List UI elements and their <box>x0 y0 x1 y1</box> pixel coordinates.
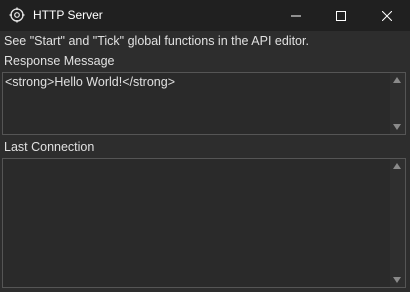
close-button[interactable] <box>364 0 410 31</box>
last-connection-label: Last Connection <box>4 140 95 154</box>
window-title: HTTP Server <box>33 8 103 22</box>
last-connection-scrollbar[interactable] <box>390 159 405 287</box>
scroll-down-arrow-icon[interactable] <box>393 277 401 283</box>
maximize-button[interactable] <box>318 0 364 31</box>
title-bar[interactable]: HTTP Server <box>0 0 410 31</box>
maximize-icon <box>336 10 346 21</box>
minimize-button[interactable] <box>273 0 319 31</box>
scroll-up-arrow-icon[interactable] <box>393 77 401 83</box>
api-hint-text: See "Start" and "Tick" global functions … <box>4 34 309 48</box>
response-message-field[interactable]: <strong>Hello World!</strong> <box>2 72 406 135</box>
scroll-down-arrow-icon[interactable] <box>393 124 401 130</box>
minimize-icon <box>291 15 301 16</box>
app-icon <box>9 7 25 23</box>
close-icon <box>382 10 392 21</box>
last-connection-field[interactable] <box>2 158 406 288</box>
scroll-up-arrow-icon[interactable] <box>393 163 401 169</box>
response-message-label: Response Message <box>4 54 115 68</box>
response-message-value[interactable]: <strong>Hello World!</strong> <box>5 75 388 89</box>
http-server-window: HTTP Server See "Start" and "Tick" globa… <box>0 0 410 292</box>
response-scrollbar[interactable] <box>390 73 405 134</box>
